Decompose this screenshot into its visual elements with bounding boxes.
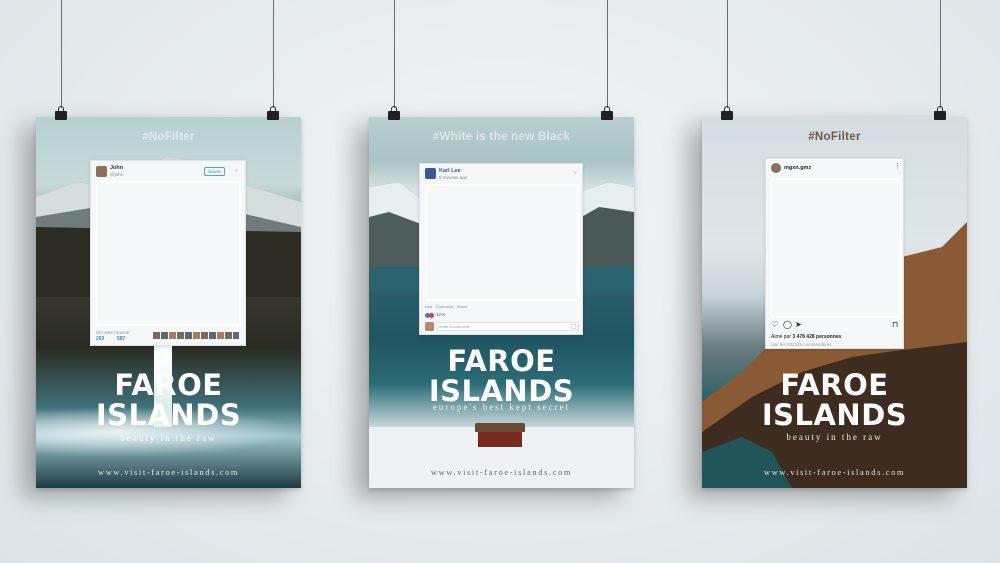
comment-input[interactable]: Write a comment... ▢ (436, 322, 579, 331)
reaction-icons (425, 313, 435, 318)
post-actions[interactable]: Like · Comment · Share (425, 304, 467, 309)
hanging-string (727, 0, 728, 108)
view-comments[interactable]: Voir les 632245 commentaires (771, 342, 832, 347)
more-icon[interactable]: ⋮ (894, 163, 901, 171)
retweets-count: 293 (96, 336, 105, 342)
poster-url: www.visit-faroe-islands.com (763, 467, 906, 477)
avatar (425, 168, 436, 179)
poster-tagline: europe's best kept secret (432, 402, 571, 412)
hanging-string (607, 0, 608, 108)
poster-instagram: #NoFilter mgxn.gmz ⋮ ♡ ◯ ➤ ⊓ Aimé par 3 … (702, 117, 967, 488)
hanging-string (273, 0, 274, 108)
username: Karl Lee (439, 168, 461, 174)
comment-placeholder: Write a comment... (439, 324, 473, 329)
hanging-string (940, 0, 941, 108)
poster-facebook: #White is the new Black Karl Lee 5 minut… (369, 117, 634, 488)
binder-clip-icon (721, 106, 733, 120)
facebook-post-card: Karl Lee 5 minutes ago ⌄ Like · Comment … (419, 163, 583, 335)
poster-title-line2: ISLANDS (761, 398, 908, 432)
binder-clip-icon (267, 106, 279, 120)
user-handle: @john (110, 172, 124, 177)
hanging-string (61, 0, 62, 108)
binder-clip-icon (934, 106, 946, 120)
comment-icon[interactable]: ◯ (783, 321, 792, 329)
chevron-down-icon[interactable]: ⌄ (573, 168, 578, 176)
hanging-string (394, 0, 395, 108)
retweets-label: RETWEETS (96, 330, 119, 335)
poster-title-line2: ISLANDS (95, 398, 242, 432)
poster-title-line1: FAROE (114, 368, 223, 402)
poster-url: www.visit-faroe-islands.com (430, 467, 573, 477)
binder-clip-icon (601, 106, 613, 120)
bookmark-icon[interactable]: ⊓ (892, 321, 898, 329)
poster-tagline: beauty in the raw (120, 433, 217, 443)
reaction-count: 12 K (436, 312, 446, 317)
post-time: 5 minutes ago (439, 175, 468, 180)
poster-tagline: beauty in the raw (786, 432, 883, 442)
poster-title-line1: FAROE (447, 344, 556, 378)
liker-avatars (153, 332, 239, 339)
photo-frame (770, 178, 901, 318)
instagram-post-card: mgxn.gmz ⋮ ♡ ◯ ➤ ⊓ Aimé par 3 478 428 pe… (765, 158, 904, 349)
poster-hashtag: #NoFilter (142, 131, 195, 143)
follow-button[interactable]: Suivre (204, 167, 225, 176)
poster-url: www.visit-faroe-islands.com (97, 467, 240, 477)
poster-hashtag: #White is the new Black (432, 131, 571, 143)
poster-twitter: #NoFilter John @john Suivre ⌄ RETWEETS 2… (36, 117, 301, 488)
likes-count: 3 478 428 personnes (792, 334, 842, 340)
likes-label: J'AIME (117, 330, 130, 335)
username: John (110, 165, 124, 171)
camera-icon[interactable]: ▢ (571, 323, 577, 331)
likes-count: 587 (117, 336, 126, 342)
chevron-down-icon[interactable]: ⌄ (234, 166, 239, 174)
photo-frame (425, 184, 579, 301)
tweet-card: John @john Suivre ⌄ RETWEETS 293 J'AIME … (90, 160, 246, 346)
likes-line: Aimé par 3 478 428 personnes (771, 334, 841, 340)
red-house (475, 423, 525, 447)
poster-title-line1: FAROE (780, 368, 889, 402)
binder-clip-icon (388, 106, 400, 120)
avatar (96, 166, 107, 177)
avatar (771, 163, 781, 173)
username: mgxn.gmz (784, 165, 812, 171)
poster-hashtag: #NoFilter (808, 131, 861, 143)
binder-clip-icon (55, 106, 67, 120)
heart-icon[interactable]: ♡ (771, 321, 778, 329)
commenter-avatar (425, 322, 434, 331)
photo-frame (96, 181, 241, 326)
poster-title-line2: ISLANDS (428, 374, 575, 408)
send-icon[interactable]: ➤ (795, 321, 802, 329)
likes-prefix: Aimé par (771, 334, 793, 340)
